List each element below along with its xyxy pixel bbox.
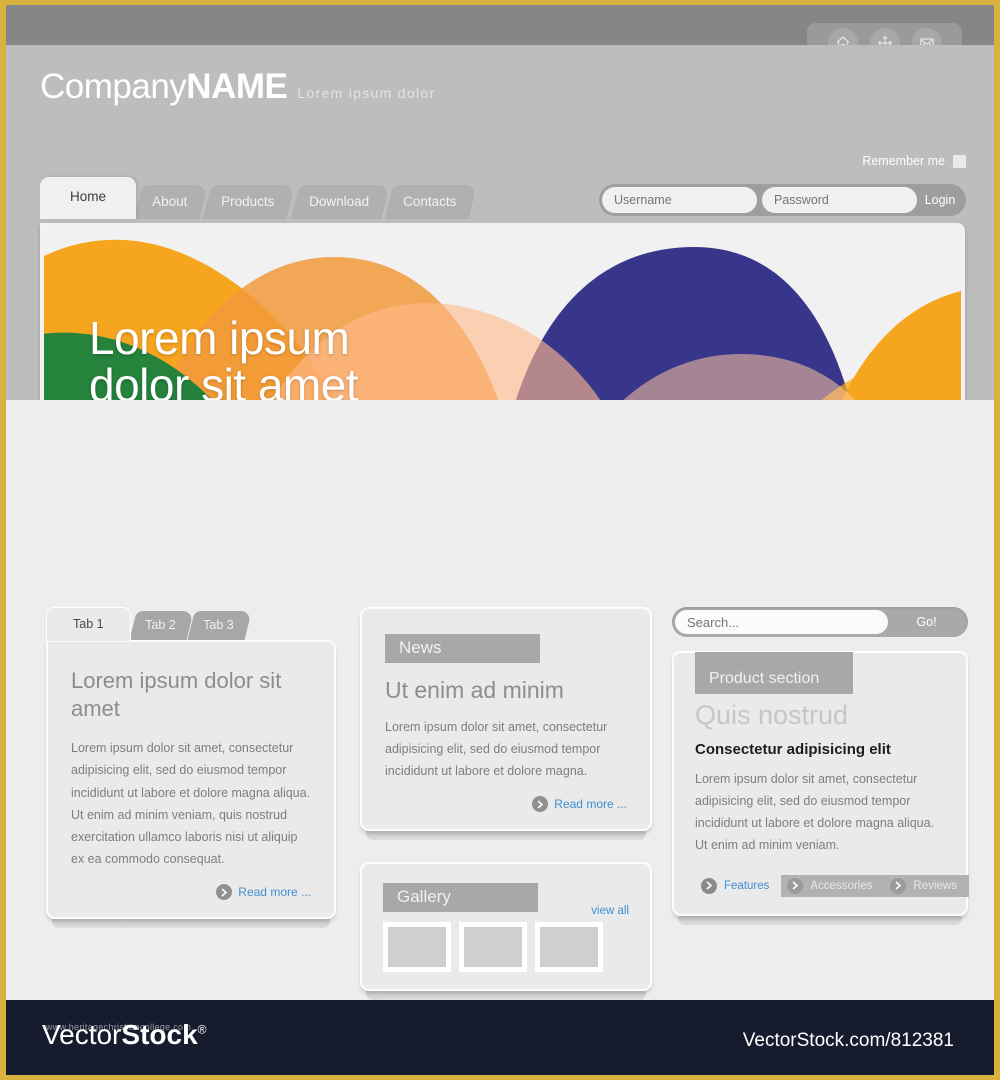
nav-item-products[interactable]: Products: [203, 185, 297, 219]
news-section-label: News: [385, 634, 540, 663]
product-section-label: Product section: [695, 652, 853, 694]
product-pill-label: Features: [724, 879, 770, 892]
brand-light: Company: [40, 67, 187, 106]
gallery-thumbnails: [383, 922, 629, 973]
remember-me[interactable]: Remember me: [862, 154, 966, 168]
news-panel-shadow: [366, 831, 646, 841]
registered-icon: ®: [197, 1022, 207, 1037]
page-frame: CompanyNAME Lorem ipsum dolor Remember me…: [6, 5, 994, 1075]
hero-title: Lorem ipsum dolor sit amet: [89, 312, 359, 409]
left-panel-body: Lorem ipsum dolor sit amet, consectetur …: [71, 741, 311, 866]
product-heading: Consectetur adipisicing elit: [695, 741, 891, 758]
product-panel-shadow: [678, 915, 962, 925]
left-tab-label: Tab 1: [73, 617, 104, 631]
gallery-panel: Gallery view all: [360, 862, 652, 992]
nav-item-about[interactable]: About: [133, 185, 210, 219]
left-tab-panel: Lorem ipsum dolor sit amet Lorem ipsum d…: [46, 640, 336, 920]
nav-label: Contacts: [402, 194, 457, 209]
news-read-more-link[interactable]: Read more ...: [385, 796, 627, 813]
content-area: Tab 1 Tab 2 Tab 3 Lorem ipsum dolor sit …: [6, 400, 994, 1001]
product-pill-label: Reviews: [913, 879, 957, 892]
main-navigation: Home About Products Download Contacts: [40, 177, 479, 219]
vectorstock-watermark-bar: VectorStock® www.heritagechristiancolleg…: [6, 1000, 994, 1075]
hero-title-line1: Lorem ipsum: [89, 312, 350, 364]
product-tab-pills: Features Accessories Reviews: [695, 874, 969, 897]
gallery-thumb-1[interactable]: [383, 922, 451, 973]
arrow-right-icon: [787, 877, 804, 894]
product-pill-reviews[interactable]: Reviews: [884, 874, 969, 897]
product-body: Lorem ipsum dolor sit amet, consectetur …: [695, 772, 935, 853]
nav-item-download[interactable]: Download: [290, 185, 391, 219]
brand-bold: NAME: [186, 67, 288, 106]
overlay-watermark-text: www.heritagechristiancollege.com: [46, 1022, 192, 1032]
vectorstock-url: VectorStock.com/812381: [742, 1030, 954, 1051]
product-pill-accessories[interactable]: Accessories: [781, 874, 885, 897]
left-tab-2[interactable]: Tab 2: [128, 611, 193, 641]
left-tab-strip: Tab 1 Tab 2 Tab 3: [46, 607, 336, 641]
search-input[interactable]: [675, 610, 888, 634]
username-input[interactable]: [602, 187, 757, 213]
left-tab-label: Tab 2: [144, 618, 176, 632]
nav-item-contacts[interactable]: Contacts: [384, 185, 479, 219]
news-heading: Ut enim ad minim: [385, 677, 564, 703]
left-tab-3[interactable]: Tab 3: [187, 611, 252, 641]
brand-tagline: Lorem ipsum dolor: [297, 85, 436, 101]
page-root: CompanyNAME Lorem ipsum dolor Remember me…: [0, 0, 1000, 1080]
brand-logo[interactable]: CompanyNAME Lorem ipsum dolor: [40, 67, 435, 107]
arrow-right-icon: [216, 884, 233, 901]
gallery-thumb-2[interactable]: [459, 922, 527, 973]
login-button[interactable]: Login: [917, 193, 963, 207]
middle-column: News Ut enim ad minim Lorem ipsum dolor …: [360, 607, 652, 1001]
left-panel-heading: Lorem ipsum dolor sit amet: [71, 668, 282, 722]
product-pill-label: Accessories: [810, 879, 873, 892]
nav-label: About: [152, 194, 188, 209]
password-input[interactable]: [762, 187, 917, 213]
gallery-thumb-3[interactable]: [535, 922, 603, 973]
nav-item-home[interactable]: Home: [40, 177, 137, 219]
arrow-right-icon: [701, 877, 717, 894]
search-bar: Go!: [672, 607, 968, 637]
gallery-view-all-link[interactable]: view all: [591, 905, 629, 917]
gallery-section-label: Gallery: [383, 883, 538, 913]
search-go-button[interactable]: Go!: [888, 615, 965, 629]
left-tab-label: Tab 3: [203, 618, 234, 632]
arrow-right-icon: [890, 877, 907, 894]
left-read-more-link[interactable]: Read more ...: [71, 884, 311, 901]
remember-me-checkbox[interactable]: [953, 154, 966, 168]
left-panel-shadow: [52, 919, 330, 929]
nav-label: Home: [70, 189, 107, 204]
remember-me-label: Remember me: [862, 154, 945, 168]
product-pill-features[interactable]: Features: [695, 875, 781, 897]
login-form: Login: [599, 184, 966, 216]
nav-label: Download: [308, 194, 369, 209]
left-tab-1[interactable]: Tab 1: [46, 607, 131, 641]
left-read-more-label: Read more ...: [238, 885, 311, 900]
nav-label: Products: [221, 194, 275, 209]
news-read-more-label: Read more ...: [554, 797, 627, 812]
product-panel: Product section Quis nostrud Consectetur…: [672, 651, 969, 916]
arrow-right-icon: [532, 796, 549, 813]
product-ghost-heading: Quis nostrud: [695, 700, 849, 730]
right-column: Go! Product section Quis nostrud Consect…: [672, 607, 969, 925]
left-column: Tab 1 Tab 2 Tab 3 Lorem ipsum dolor sit …: [46, 607, 336, 929]
news-body: Lorem ipsum dolor sit amet, consectetur …: [385, 720, 608, 779]
news-panel: News Ut enim ad minim Lorem ipsum dolor …: [360, 607, 652, 832]
